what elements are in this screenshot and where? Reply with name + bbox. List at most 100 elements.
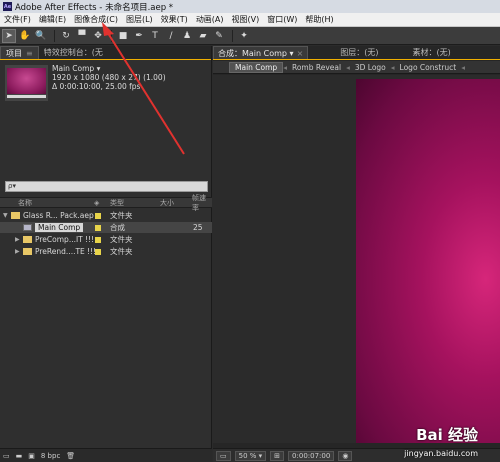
brush-tool-icon[interactable]: ∕	[164, 29, 178, 43]
expand-right-icon[interactable]: ▶	[15, 236, 20, 243]
comp-thumbnail-image	[7, 68, 46, 94]
menu-view[interactable]: 视图(V)	[228, 14, 264, 25]
comp-tab-logo-construct[interactable]: Logo Construct	[395, 63, 462, 72]
tab-composition[interactable]: 合成：Main Comp ▾ ×	[213, 46, 309, 59]
project-panel-tabs: 项目 ≡ 特效控制台：(无	[0, 46, 211, 60]
comp-navigator-tabs: Main Comp ◂ Romb Reveal ◂ 3D Logo ◂ Logo…	[213, 61, 500, 74]
menu-animation[interactable]: 动画(A)	[192, 14, 228, 25]
panel-menu-icon[interactable]: ≡	[26, 49, 33, 58]
comp-tab-romb-reveal[interactable]: Romb Reveal	[287, 63, 346, 72]
bpc-toggle[interactable]: 8 bpc	[41, 452, 60, 460]
project-row[interactable]: Main Comp 合成 25	[0, 222, 212, 233]
rectangle-tool-icon[interactable]: ■	[116, 29, 130, 43]
label-color-swatch[interactable]	[95, 236, 101, 243]
project-search-input[interactable]: ρ▾	[5, 181, 208, 192]
comp-tab-main-comp[interactable]: Main Comp	[229, 61, 284, 73]
folder-icon	[23, 248, 32, 255]
project-row[interactable]: ▶ PreComp...IT !!! 文件夹	[0, 234, 212, 245]
column-label[interactable]: ◈	[94, 199, 99, 207]
tab-composition-label: 合成：Main Comp ▾	[218, 48, 294, 58]
project-row-type: 文件夹	[110, 235, 133, 244]
project-row-name[interactable]: Main Comp	[35, 223, 84, 232]
project-panel: 项目 ≡ 特效控制台：(无 Main Comp ▾ 1920 x 1080 (4…	[0, 46, 212, 462]
safe-zones-icon[interactable]: ⊞	[270, 450, 285, 461]
project-column-header: 名称 ◈ 类型 大小 帧速率	[0, 194, 212, 212]
comp-info: Main Comp ▾ 1920 x 1080 (480 x 27) (1.00…	[52, 64, 166, 91]
menu-layer[interactable]: 图层(L)	[122, 14, 157, 25]
project-row-name[interactable]: PreComp...IT !!!	[35, 235, 94, 244]
comp-info-dimensions: 1920 x 1080 (480 x 27) (1.00)	[52, 73, 166, 82]
menu-composition[interactable]: 图像合成(C)	[70, 14, 122, 25]
tab-layer[interactable]: 图层：(无)	[336, 47, 382, 58]
project-row-type: 文件夹	[110, 211, 133, 220]
menu-effect[interactable]: 效果(T)	[157, 14, 192, 25]
tab-footage[interactable]: 素材：(无)	[409, 47, 455, 58]
folder-icon	[11, 212, 20, 219]
timecode-display[interactable]: 0:00:07:00	[288, 450, 335, 461]
tab-composition-close-icon[interactable]: ×	[297, 49, 304, 58]
roto-brush-tool-icon[interactable]: ✎	[212, 29, 226, 43]
menu-help[interactable]: 帮助(H)	[301, 14, 337, 25]
tools-toolbar: ➤ ✋ 🔍 ↻ ▀ ✥ ■ ✒ T ∕ ♟ ▰ ✎ ✦	[0, 27, 500, 45]
comp-thumbnail	[5, 65, 48, 101]
comp-thumbnail-bar	[7, 95, 46, 98]
project-row[interactable]: ▼ Glass R... Pack.aep 文件夹	[0, 210, 212, 221]
viewer-tabs: 合成：Main Comp ▾ × 图层：(无) 素材：(无)	[213, 46, 500, 60]
menu-edit[interactable]: 编辑(E)	[35, 14, 70, 25]
new-comp-icon[interactable]: ▣	[28, 452, 35, 460]
pen-tool-icon[interactable]: ✒	[132, 29, 146, 43]
comp-tab-3d-logo[interactable]: 3D Logo	[350, 63, 391, 72]
expand-right-icon[interactable]: ▶	[15, 248, 20, 255]
after-effects-logo-icon: Ae	[3, 2, 12, 11]
camera-tool-icon[interactable]: ▀	[75, 29, 89, 43]
puppet-pin-tool-icon[interactable]: ✦	[237, 29, 251, 43]
tab-effect-controls-label: 特效控制台：(无	[43, 48, 103, 57]
clone-stamp-tool-icon[interactable]: ♟	[180, 29, 194, 43]
label-color-swatch[interactable]	[95, 212, 101, 219]
tab-project-label: 项目	[6, 48, 22, 58]
comp-tab-separator: ◂	[461, 62, 466, 72]
folder-icon	[23, 236, 32, 243]
comp-info-name[interactable]: Main Comp ▾	[52, 64, 166, 73]
column-name[interactable]: 名称	[18, 198, 32, 208]
always-preview-icon[interactable]: ▭	[216, 450, 231, 461]
rotate-tool-icon[interactable]: ↻	[59, 29, 73, 43]
interpret-footage-icon[interactable]: ▭	[3, 452, 10, 460]
zoom-value: 50 %	[238, 451, 257, 460]
project-row-name[interactable]: Glass R... Pack.aep	[23, 211, 94, 220]
delete-icon[interactable]: 🗑	[66, 452, 75, 460]
snapshot-icon[interactable]: ◉	[338, 450, 353, 461]
menu-window[interactable]: 窗口(W)	[263, 14, 301, 25]
hand-tool-icon[interactable]: ✋	[18, 29, 32, 43]
column-type[interactable]: 类型	[110, 198, 124, 208]
comp-info-duration: Δ 0:00:10:00, 25.00 fps	[52, 82, 141, 91]
composition-viewer[interactable]	[213, 75, 500, 443]
composition-panel: 合成：Main Comp ▾ × 图层：(无) 素材：(无) Main Comp…	[213, 46, 500, 462]
project-row-size: 25	[193, 223, 203, 232]
project-row[interactable]: ▶ PreRend....TE !!! 文件夹	[0, 246, 212, 257]
toolbar-separator	[111, 29, 112, 42]
label-color-swatch[interactable]	[95, 248, 101, 255]
toolbar-separator	[54, 29, 55, 42]
type-tool-icon[interactable]: T	[148, 29, 162, 43]
new-folder-icon[interactable]: ▬	[16, 452, 23, 460]
label-color-swatch[interactable]	[95, 224, 101, 231]
window-title-bar: Ae Adobe After Effects - 未命名项目.aep *	[0, 0, 500, 13]
composition-canvas[interactable]	[356, 79, 500, 443]
tab-project[interactable]: 项目 ≡	[0, 46, 39, 59]
selection-tool-icon[interactable]: ➤	[2, 28, 16, 43]
zoom-tool-icon[interactable]: 🔍	[34, 29, 48, 43]
zoom-dropdown[interactable]: 50 % ▾	[234, 450, 267, 461]
project-row-type: 合成	[110, 223, 125, 232]
tab-effect-controls[interactable]: 特效控制台：(无	[39, 46, 108, 59]
menu-file[interactable]: 文件(F)	[0, 14, 35, 25]
pan-behind-tool-icon[interactable]: ✥	[91, 29, 105, 43]
project-row-name[interactable]: PreRend....TE !!!	[35, 247, 96, 256]
project-row-type: 文件夹	[110, 247, 133, 256]
project-panel-footer: ▭ ▬ ▣ 8 bpc 🗑	[0, 448, 212, 462]
baidu-watermark: Bai 经验	[416, 426, 478, 444]
composition-icon	[23, 224, 32, 231]
eraser-tool-icon[interactable]: ▰	[196, 29, 210, 43]
expand-down-icon[interactable]: ▼	[3, 212, 8, 219]
column-size[interactable]: 大小	[160, 198, 174, 208]
